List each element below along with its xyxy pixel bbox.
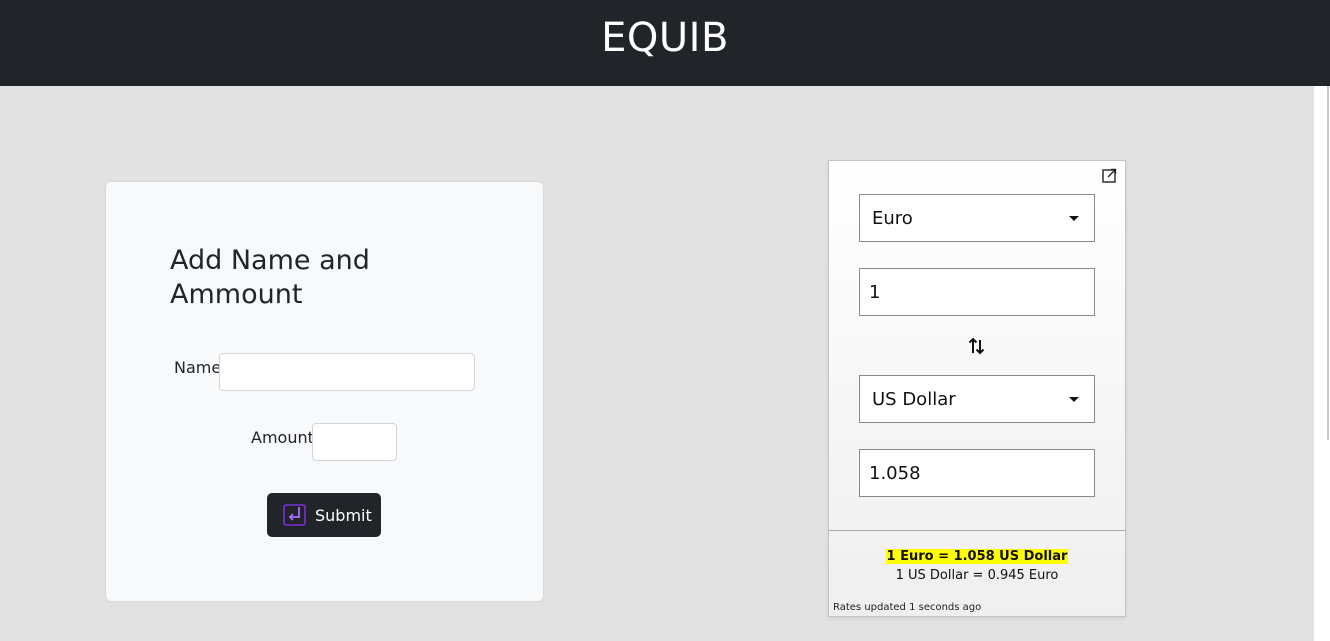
to-amount-input[interactable]: 1.058 — [859, 449, 1095, 497]
from-amount-value: 1 — [869, 281, 881, 303]
caret-down-icon — [1069, 397, 1079, 402]
amount-input[interactable] — [312, 423, 397, 461]
enter-return-icon — [283, 503, 307, 527]
inverse-rate-text: 1 US Dollar = 0.945 Euro — [895, 568, 1059, 583]
to-currency-value: US Dollar — [872, 388, 956, 410]
add-entry-card: Add Name and Ammount Name Amount Submit — [106, 182, 543, 601]
submit-button[interactable]: Submit — [267, 493, 381, 537]
submit-label: Submit — [315, 505, 372, 525]
exchange-rate: 1 Euro = 1.058 US Dollar — [829, 549, 1125, 564]
name-input[interactable] — [219, 353, 475, 391]
from-amount-input[interactable]: 1 — [859, 268, 1095, 316]
top-navbar: EQUIB — [0, 0, 1330, 86]
rates-updated-text: Rates updated 1 seconds ago — [833, 602, 982, 613]
from-currency-select[interactable]: Euro — [859, 194, 1095, 242]
form-title: Add Name and Ammount — [170, 245, 370, 310]
widget-divider — [829, 530, 1125, 531]
currency-converter-widget: Euro 1 US Dollar 1.058 1 Euro = 1.058 US… — [828, 160, 1126, 617]
swap-arrows-icon[interactable] — [968, 336, 986, 356]
scrollbar-thumb[interactable] — [1327, 86, 1329, 440]
to-amount-value: 1.058 — [869, 462, 921, 484]
app-title[interactable]: EQUIB — [0, 0, 1330, 77]
from-currency-value: Euro — [872, 207, 913, 229]
name-label: Name — [174, 358, 222, 377]
exchange-rate-text: 1 Euro = 1.058 US Dollar — [885, 549, 1069, 564]
external-link-icon[interactable] — [1102, 168, 1117, 183]
to-currency-select[interactable]: US Dollar — [859, 375, 1095, 423]
amount-label: Amount — [251, 428, 314, 447]
caret-down-icon — [1069, 216, 1079, 221]
